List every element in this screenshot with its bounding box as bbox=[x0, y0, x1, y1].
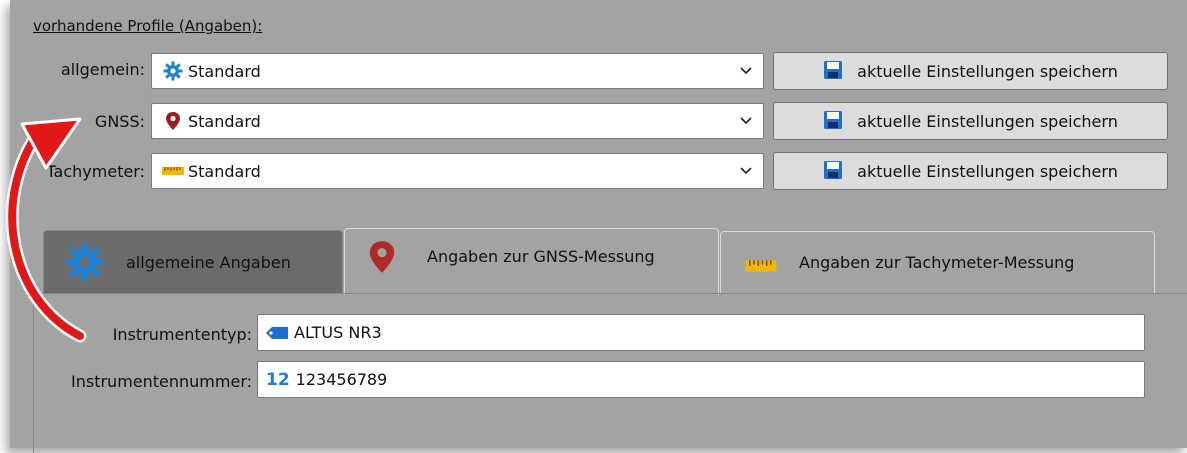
ruler-icon bbox=[162, 160, 184, 182]
map-pin-icon bbox=[365, 239, 399, 275]
tab-gnss-messung[interactable]: Angaben zur GNSS-Messung bbox=[344, 228, 719, 295]
instrument-number-field[interactable]: 12 123456789 bbox=[257, 361, 1145, 398]
profile-select-gnss[interactable]: Standard bbox=[151, 103, 764, 139]
save-button-label: aktuelle Einstellungen speichern bbox=[857, 111, 1118, 131]
map-pin-icon bbox=[162, 110, 184, 132]
tab-allgemeine-angaben[interactable]: allgemeine Angaben bbox=[43, 230, 343, 293]
instrument-type-label: Instrumententyp: bbox=[112, 325, 252, 344]
profile-select-value: Standard bbox=[188, 111, 261, 131]
gear-icon bbox=[62, 242, 108, 282]
profile-select-tachymeter[interactable]: Standard bbox=[151, 153, 764, 189]
save-button-label: aktuelle Einstellungen speichern bbox=[857, 161, 1118, 181]
floppy-disk-icon bbox=[823, 60, 845, 82]
tab-label: Angaben zur Tachymeter-Messung bbox=[799, 253, 1075, 272]
profile-select-allgemein[interactable]: Standard bbox=[151, 53, 764, 89]
label-allgemein: allgemein: bbox=[60, 60, 145, 79]
label-tachymeter: Tachymeter: bbox=[46, 162, 145, 181]
instrument-number-value: 123456789 bbox=[295, 370, 388, 389]
save-button-label: aktuelle Einstellungen speichern bbox=[857, 61, 1118, 81]
number-icon: 12 bbox=[266, 369, 290, 390]
profiles-group-title: vorhandene Profile (Angaben): bbox=[33, 17, 263, 35]
tab-tachymeter-messung[interactable]: Angaben zur Tachymeter-Messung bbox=[720, 231, 1155, 293]
profile-select-value: Standard bbox=[188, 161, 261, 181]
save-settings-button-allgemein[interactable]: aktuelle Einstellungen speichern bbox=[773, 52, 1168, 90]
instrument-number-label: Instrumentennummer: bbox=[71, 372, 252, 391]
tab-label: Angaben zur GNSS-Messung bbox=[427, 246, 655, 266]
chevron-down-icon[interactable] bbox=[729, 117, 763, 125]
chevron-down-icon[interactable] bbox=[729, 67, 763, 75]
instrument-type-field[interactable]: ALTUS NR3 bbox=[257, 314, 1145, 351]
save-settings-button-tachymeter[interactable]: aktuelle Einstellungen speichern bbox=[773, 152, 1168, 190]
tab-label: allgemeine Angaben bbox=[126, 252, 291, 272]
chevron-down-icon[interactable] bbox=[729, 167, 763, 175]
tag-icon bbox=[266, 326, 288, 339]
gear-icon bbox=[162, 60, 184, 82]
profile-select-value: Standard bbox=[188, 61, 261, 81]
floppy-disk-icon bbox=[823, 110, 845, 132]
instrument-type-value: ALTUS NR3 bbox=[294, 323, 382, 342]
ruler-icon bbox=[739, 259, 783, 273]
label-gnss: GNSS: bbox=[94, 112, 145, 131]
floppy-disk-icon bbox=[823, 160, 845, 182]
save-settings-button-gnss[interactable]: aktuelle Einstellungen speichern bbox=[773, 102, 1168, 140]
